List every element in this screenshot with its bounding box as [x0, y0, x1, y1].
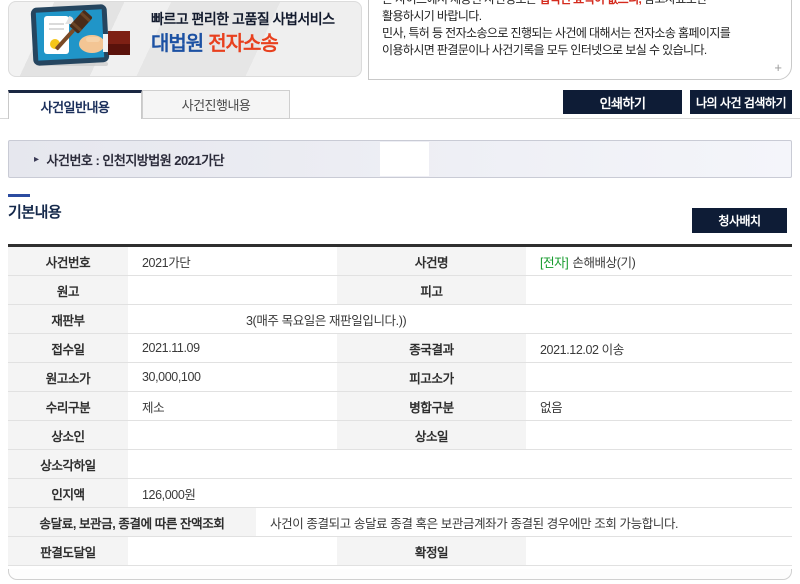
row-value: 사건이 종결되고 송달료 종결 혹은 보관금계좌가 종결된 경우에만 조회 가능…: [270, 516, 679, 531]
row-label: 상소일: [335, 421, 528, 449]
table-row-acceptance-type: 수리구분 제소 병합구분 없음: [8, 392, 792, 421]
row-label: 피고: [335, 276, 528, 304]
row-value: 126,000원: [142, 487, 196, 502]
row-label: 상소인: [8, 421, 130, 449]
row-label: 원고소가: [8, 363, 130, 391]
brand-title: 대법원 전자소송: [151, 27, 279, 56]
table-row-balance-inquiry: 송달료, 보관금, 종결에 따른 잔액조회 사건이 종결되고 송달료 종결 혹은…: [8, 508, 792, 537]
notice-line-3: 민사, 특허 등 전자소송으로 진행되는 사건에 대해서는 전자소송 홈페이지를: [382, 26, 731, 40]
notice-line1-pre: 본 사이트에서 제공된 사건정보는: [382, 0, 539, 6]
row-value: [130, 276, 335, 304]
notice-line-4: 이용하시면 판결문이나 사건기록을 모두 인터넷으로 보실 수 있습니다.: [382, 43, 707, 57]
notice-line1-red: 법적인 효력이 없으니,: [539, 0, 642, 6]
row-value: [130, 450, 792, 478]
case-number-value: 사건번호 : 인천지방법원 2021가단: [46, 152, 225, 168]
case-number-text: ▸ 사건번호 : 인천지방법원 2021가단: [34, 141, 225, 177]
row-label: 판결도달일: [8, 537, 130, 565]
case-name-text: 손해배상(기): [572, 255, 636, 270]
slogan-text: 빠르고 편리한 고품질 사법서비스: [151, 11, 335, 27]
row-value: 30,000,100: [142, 370, 201, 384]
row-label: 확정일: [335, 537, 528, 565]
table-row-court-division: 재판부 3(매주 목요일은 재판일입니다.)): [8, 305, 792, 334]
row-label: 재판부: [8, 305, 130, 333]
table-row-judgment-dates: 판결도달일 확정일: [8, 537, 792, 566]
row-label: 접수일: [8, 334, 130, 362]
row-value: [130, 421, 335, 449]
row-label: 원고: [8, 276, 130, 304]
row-value: 3(매주 목요일은 재판일입니다.)): [246, 313, 407, 328]
table-row-case-number: 사건번호 2021가단 사건명 [전자] 손해배상(기): [8, 247, 792, 276]
row-label: 병합구분: [335, 392, 528, 420]
court-gavel-logo-icon: [30, 4, 130, 66]
table-row-claim-amount: 원고소가 30,000,100 피고소가: [8, 363, 792, 392]
brand-red-text: 전자소송: [208, 33, 279, 55]
row-value: 제소: [142, 400, 165, 415]
row-value: [130, 537, 335, 565]
row-value: 2021.11.09: [142, 341, 200, 355]
electronic-tag: [전자]: [540, 255, 569, 270]
row-label: 사건명: [335, 247, 528, 275]
row-value: [전자] 손해배상(기): [528, 247, 792, 275]
notice-box: 본 사이트에서 제공된 사건정보는 법적인 효력이 없으니, 참고자료로만 활용…: [368, 0, 792, 80]
table-row-appellant: 상소인 상소일: [8, 421, 792, 450]
my-case-search-button[interactable]: 나의 사건 검색하기: [690, 90, 792, 114]
row-value: 2021가단: [142, 255, 191, 270]
notice-line-2: 활용하시기 바랍니다.: [382, 9, 482, 23]
logo-card: 빠르고 편리한 고품질 사법서비스 대법원 전자소송: [8, 1, 362, 77]
expand-plus-icon[interactable]: +: [774, 61, 782, 74]
courthouse-layout-button[interactable]: 청사배치: [692, 208, 787, 233]
row-value: [528, 421, 792, 449]
notice-line1-post: 참고자료로만: [641, 0, 707, 6]
brand-blue-text: 대법원: [151, 33, 204, 55]
notice-line-1: 본 사이트에서 제공된 사건정보는 법적인 효력이 없으니, 참고자료로만: [382, 0, 778, 8]
basic-info-table: 사건번호 2021가단 사건명 [전자] 손해배상(기) 원고 피고 재판부 3(…: [8, 244, 792, 566]
row-label: 사건번호: [8, 247, 130, 275]
row-value: [528, 537, 792, 565]
row-value: 없음: [540, 400, 563, 415]
row-label: 종국결과: [335, 334, 528, 362]
section-accent-dash: [8, 194, 30, 197]
redaction-patch: [380, 142, 429, 176]
row-value: [528, 276, 792, 304]
table-row-filing-date: 접수일 2021.11.09 종국결과 2021.12.02 이송: [8, 334, 792, 363]
tab-case-progress[interactable]: 사건진행내용: [142, 90, 290, 119]
print-button[interactable]: 인쇄하기: [563, 90, 682, 114]
row-label: 인지액: [8, 479, 130, 507]
row-label: 상소각하일: [8, 450, 130, 478]
notice-text: 본 사이트에서 제공된 사건정보는 법적인 효력이 없으니, 참고자료로만 활용…: [369, 0, 791, 59]
row-label: 수리구분: [8, 392, 130, 420]
section-title: 기본내용: [8, 204, 62, 221]
tab-case-general[interactable]: 사건일반내용: [8, 90, 142, 119]
row-label: 피고소가: [335, 363, 528, 391]
case-number-bar: ▸ 사건번호 : 인천지방법원 2021가단: [8, 140, 792, 178]
page: 빠르고 편리한 고품질 사법서비스 대법원전자소송 본 사이트에서 제공된 사건…: [0, 0, 800, 584]
row-label: 송달료, 보관금, 종결에 따른 잔액조회: [8, 508, 258, 536]
row-value: 2021.12.02 이송: [540, 342, 624, 357]
row-value: [528, 363, 792, 391]
panel-bottom-edge: [8, 569, 792, 580]
table-row-appeal-dismissal-date: 상소각하일: [8, 450, 792, 479]
table-row-parties: 원고 피고: [8, 276, 792, 305]
arrow-icon: ▸: [34, 153, 39, 165]
table-row-stamp-fee: 인지액 126,000원: [8, 479, 792, 508]
